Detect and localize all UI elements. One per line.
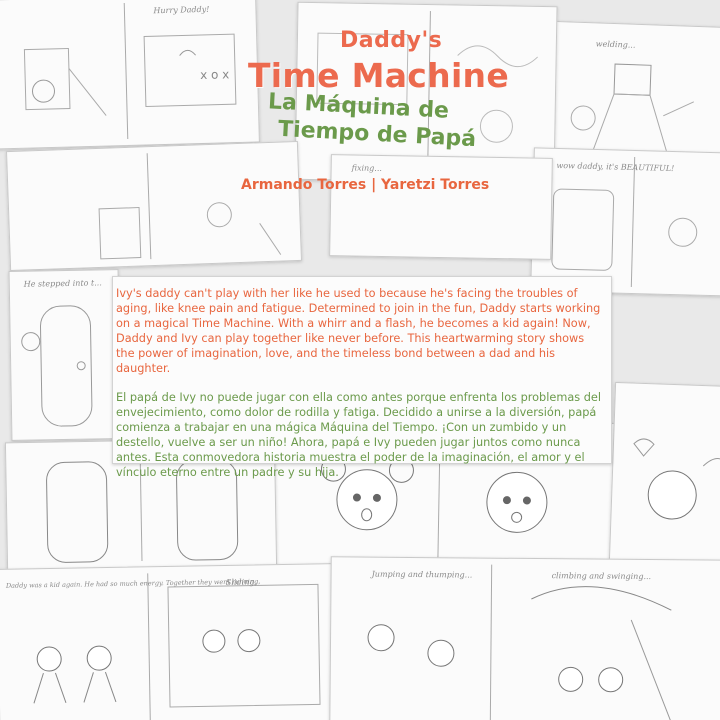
- playground-sketch: x o x: [23, 3, 237, 139]
- caption-climbing: climbing and swinging...: [551, 571, 652, 582]
- svg-text:x o x: x o x: [200, 67, 230, 82]
- sketch-page-fixing: fixing...: [329, 154, 553, 260]
- welding-sketch: [570, 63, 695, 157]
- sketch-page-hug: [608, 381, 720, 565]
- title-line-1: Daddy's: [340, 28, 443, 53]
- authors: Armando Torres | Yaretzi Torres: [241, 177, 490, 193]
- caption-stepped-into: He stepped into t...: [23, 278, 102, 289]
- caption-jumping: Jumping and thumping...: [371, 569, 473, 580]
- sketch-page-playground: x o x Hurry Daddy!: [0, 0, 260, 150]
- door-sketch: [21, 305, 93, 427]
- jumping-sketch: [367, 564, 672, 720]
- hug-sketch: [633, 438, 720, 520]
- waiting-sketch: [98, 153, 282, 260]
- title-line-2: Time Machine: [248, 56, 510, 95]
- caption-fixing: fixing...: [351, 163, 383, 173]
- caption-hurry-daddy: Hurry Daddy!: [153, 4, 210, 16]
- sketch-page-beautiful: wow daddy, it's BEAUTIFUL!: [530, 147, 720, 297]
- collage-background: x o x Hurry Daddy! welding... wow daddy,…: [0, 0, 720, 720]
- description-english: Ivy's daddy can't play with her like he …: [116, 287, 601, 375]
- sketch-page-waiting: [5, 140, 303, 272]
- sketch-page-door: He stepped into t...: [8, 269, 122, 441]
- description-spanish: El papá de Ivy no puede jugar con ella c…: [116, 391, 601, 479]
- sketch-page-welding: welding...: [550, 20, 720, 170]
- caption-welding: welding...: [595, 39, 636, 50]
- sketch-page-running: Daddy was a kid again. He had so much en…: [0, 563, 338, 720]
- description-text: Ivy's daddy can't play with her like he …: [116, 286, 604, 480]
- sketch-page-jumping: Jumping and thumping... climbing and swi…: [329, 556, 720, 720]
- caption-sliding: Sliding,: [225, 577, 258, 587]
